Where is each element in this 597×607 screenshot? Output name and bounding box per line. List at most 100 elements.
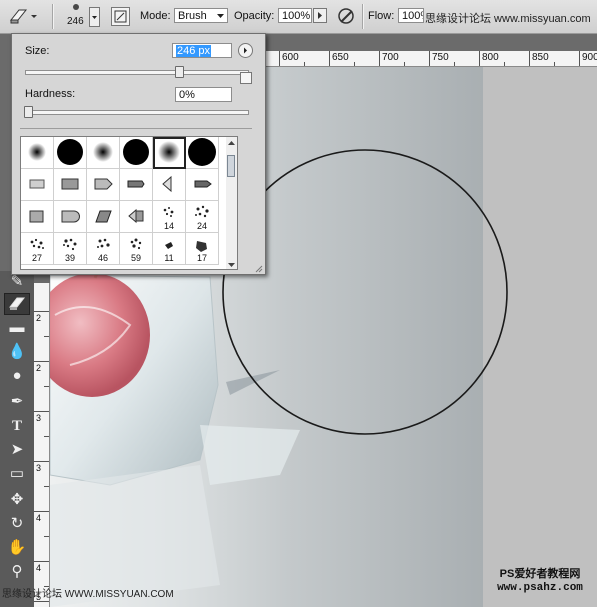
mode-label: Mode: (140, 10, 171, 22)
gradient-tool-icon[interactable]: ▬ (4, 317, 30, 339)
presets-scrollbar[interactable] (226, 136, 238, 270)
chevron-down-icon[interactable] (89, 7, 100, 27)
brush-preset[interactable] (21, 169, 54, 201)
ruler-tick (34, 461, 49, 462)
ruler-label: 3 (36, 463, 42, 473)
scrollbar-thumb[interactable] (227, 155, 235, 177)
brush-panel-toggle-icon[interactable] (111, 7, 130, 26)
brush-preset[interactable]: 14 (153, 201, 186, 233)
brush-preset-picker[interactable]: 246 (62, 2, 102, 31)
3d-orbit-icon[interactable]: ↻ (4, 513, 30, 535)
brush-preset[interactable] (153, 169, 186, 201)
brush-preset[interactable] (21, 137, 54, 169)
ruler-tick (34, 361, 49, 362)
ruler-tick (34, 561, 49, 562)
horizontal-ruler[interactable]: 600 650 700 750 800 850 900 (263, 51, 597, 67)
brush-preset[interactable] (87, 137, 120, 169)
ruler-tick (479, 51, 480, 66)
ruler-minor-tick (44, 336, 49, 337)
ruler-label: 4 (36, 513, 42, 523)
ruler-minor-tick (554, 62, 555, 66)
ruler-minor-tick (504, 62, 505, 66)
watermark-psahz: PS爱好者教程网 www.psahz.com (484, 567, 596, 595)
brush-preset[interactable]: 59 (120, 233, 153, 265)
ruler-label: 700 (382, 52, 399, 63)
hardness-input[interactable]: 0% (175, 87, 232, 102)
brush-preset[interactable] (54, 169, 87, 201)
separator (52, 4, 54, 29)
ruler-tick (34, 311, 49, 312)
watermark-line-1: PS爱好者教程网 (499, 568, 581, 580)
ruler-tick (579, 51, 580, 66)
mode-select[interactable]: Brush (174, 8, 228, 23)
opacity-input[interactable]: 100% (278, 8, 312, 23)
blur-tool-icon[interactable]: 💧 (4, 341, 30, 363)
size-slider[interactable] (25, 66, 249, 78)
brush-preset-selected[interactable] (153, 137, 186, 169)
brush-preset[interactable] (186, 169, 219, 201)
brush-preset[interactable]: 46 (87, 233, 120, 265)
3d-rotate-icon[interactable]: ✥ (4, 489, 30, 511)
brush-preset[interactable] (120, 137, 153, 169)
size-slider-thumb[interactable] (175, 66, 185, 78)
ruler-label: 750 (432, 52, 449, 63)
scroll-down-arrow-icon[interactable] (227, 260, 236, 268)
path-selection-icon[interactable]: ➤ (4, 439, 30, 461)
brush-preset-size: 59 (130, 253, 141, 263)
opacity-label: Opacity: (234, 10, 275, 22)
brush-preset[interactable]: 17 (186, 233, 219, 265)
ruler-tick (379, 51, 380, 66)
chevron-down-icon (217, 14, 224, 18)
opacity-slider-toggle[interactable] (313, 8, 327, 23)
brush-preset[interactable]: 27 (21, 233, 54, 265)
brush-preset[interactable] (186, 137, 219, 169)
zoom-tool-icon[interactable]: ⚲ (4, 561, 30, 583)
brush-preset-size: 17 (196, 253, 207, 263)
dodge-tool-icon[interactable]: ● (4, 365, 30, 387)
ruler-tick (429, 51, 430, 66)
eraser-tool-preset-icon[interactable] (6, 6, 38, 26)
brush-preset[interactable] (54, 137, 87, 169)
type-tool-icon[interactable]: T (4, 415, 30, 437)
ruler-label: 650 (332, 52, 349, 63)
brush-preset[interactable] (120, 201, 153, 233)
flow-input[interactable]: 100% (398, 8, 424, 23)
airbrush-pressure-icon[interactable] (337, 6, 357, 26)
hand-tool-icon[interactable]: ✋ (4, 537, 30, 559)
brush-preset[interactable]: 39 (54, 233, 87, 265)
ruler-label: 800 (482, 52, 499, 63)
ruler-minor-tick (44, 436, 49, 437)
size-input[interactable]: 246 px (172, 43, 232, 58)
hardness-label: Hardness: (25, 88, 76, 100)
resize-grip-icon[interactable] (255, 264, 263, 273)
scroll-up-arrow-icon[interactable] (227, 138, 236, 146)
divider (20, 128, 252, 129)
brush-preset-size: 11 (164, 253, 174, 263)
brush-preset[interactable] (87, 201, 120, 233)
new-preset-icon[interactable] (240, 72, 252, 84)
opacity-value: 100% (282, 10, 311, 22)
ruler-tick (34, 511, 49, 512)
size-value: 246 px (176, 45, 212, 57)
rectangle-shape-icon[interactable]: ▭ (4, 463, 30, 485)
eraser-tool-icon[interactable] (4, 293, 30, 315)
brush-preset[interactable] (87, 169, 120, 201)
brush-preset-size: 46 (97, 253, 108, 263)
ruler-label: 3 (36, 413, 42, 423)
hardness-slider[interactable] (24, 106, 249, 118)
ruler-minor-tick (304, 62, 305, 66)
mode-value: Brush (178, 10, 207, 22)
pen-tool-icon[interactable]: ✒ (4, 391, 30, 413)
brush-preset[interactable]: 24 (186, 201, 219, 233)
brush-preset[interactable] (120, 169, 153, 201)
brush-preset-size: 14 (163, 221, 174, 231)
brush-preset[interactable] (21, 201, 54, 233)
brush-preset[interactable] (54, 201, 87, 233)
hardness-slider-thumb[interactable] (24, 106, 33, 118)
panel-menu-icon[interactable] (238, 43, 253, 58)
vertical-ruler[interactable]: 2 2 3 3 4 4 5 (34, 283, 50, 607)
ruler-label: 2 (36, 363, 42, 373)
watermark-missyuan: 思缘设计论坛 WWW.MISSYUAN.COM (2, 589, 174, 600)
brush-preset[interactable]: 11 (153, 233, 186, 265)
flow-label: Flow: (368, 10, 395, 22)
